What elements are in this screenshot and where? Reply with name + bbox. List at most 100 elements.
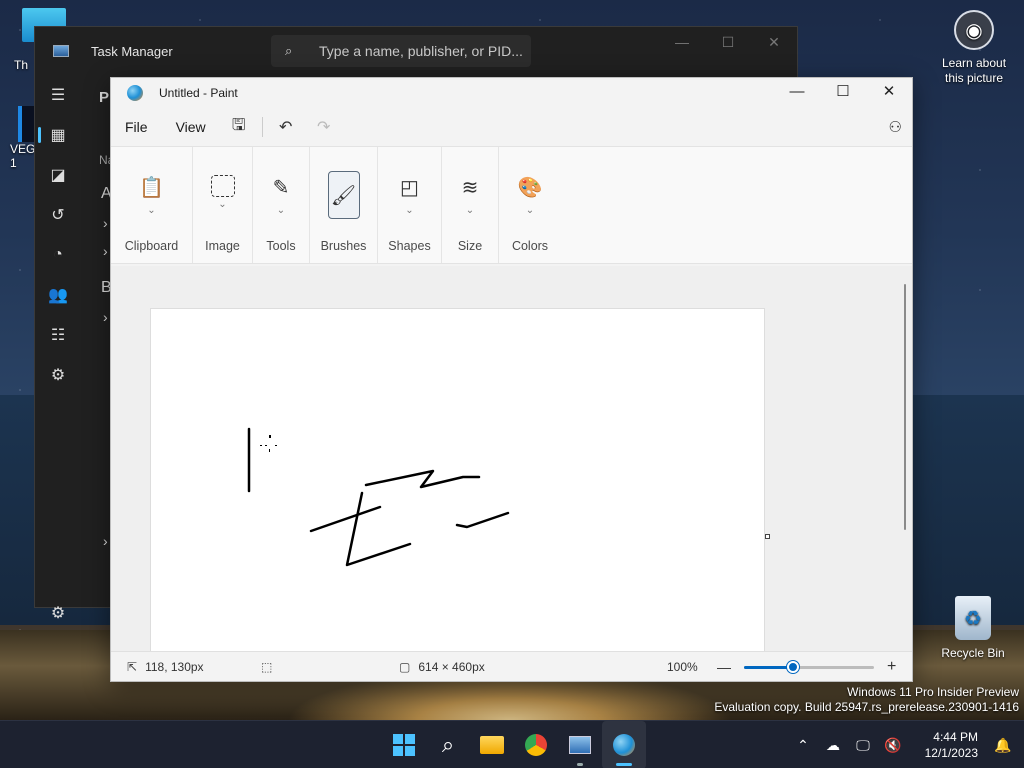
select-icon[interactable] <box>210 175 235 197</box>
cursor-position: ⇱ 118, 130px <box>127 660 204 674</box>
brush-stroke <box>364 469 481 489</box>
zoom-slider-thumb[interactable] <box>787 661 800 673</box>
chevron-right-icon[interactable]: › <box>103 533 108 549</box>
clock-time: 4:44 PM <box>933 730 978 744</box>
pointer-icon: ⇱ <box>127 659 138 674</box>
selection-size: ⬚ <box>261 660 280 674</box>
minimize-icon[interactable]: — <box>659 27 705 59</box>
zoom-slider[interactable] <box>744 661 874 673</box>
canvas-workspace[interactable] <box>111 266 912 652</box>
save-icon[interactable]: 🖫 <box>220 114 258 141</box>
clock[interactable]: 4:44 PM 12/1/2023 <box>918 729 978 761</box>
chevron-right-icon[interactable]: › <box>103 309 108 325</box>
system-tray: ⌃ ☁ 🖵 🔇 4:44 PM 12/1/2023 🔔 <box>788 721 1024 768</box>
ribbon-group-clipboard[interactable]: 📋 ⌄ Clipboard <box>111 147 193 263</box>
zoom-slider-fill <box>744 666 794 669</box>
cursor-crosshair <box>260 435 277 452</box>
desktop-icon-label: Recycle Bin <box>941 646 1005 660</box>
close-icon[interactable]: ✕ <box>751 27 797 59</box>
maximize-icon[interactable]: ☐ <box>705 27 751 59</box>
search-icon: ⌕ <box>441 732 455 757</box>
chevron-right-icon[interactable]: › <box>103 215 108 231</box>
chevron-down-icon[interactable]: ⌄ <box>277 205 285 216</box>
brush-stroke <box>455 511 510 529</box>
zoom-level[interactable]: 100% <box>667 660 698 674</box>
paint-app-icon <box>127 85 143 101</box>
watermark-line-1: Windows 11 Pro Insider Preview <box>847 685 1019 699</box>
cursor-position-value: 118, 130px <box>145 659 204 674</box>
paint-window[interactable]: Untitled - Paint — ☐ ✕ File View 🖫 ↶ ↷ ⚇… <box>110 77 913 682</box>
ribbon-label-size: Size <box>457 239 483 253</box>
ribbon-label-shapes: Shapes <box>388 239 431 253</box>
chevron-down-icon[interactable]: ⌄ <box>147 205 155 216</box>
chevron-down-icon[interactable]: ⌄ <box>466 205 474 216</box>
menu-view[interactable]: View <box>162 119 220 135</box>
palette-icon[interactable]: 🎨 <box>514 171 546 203</box>
settings-icon[interactable]: ⚙ <box>35 593 81 633</box>
taskbar-chrome[interactable] <box>514 721 558 768</box>
ribbon-group-tools[interactable]: ✎ ⌄ Tools <box>253 147 310 263</box>
search-icon: ⌕ <box>285 43 293 58</box>
zoom-in-icon[interactable]: + <box>887 658 896 676</box>
chrome-icon <box>525 734 547 756</box>
chevron-up-icon[interactable]: ⌃ <box>788 737 818 754</box>
clock-date: 12/1/2023 <box>924 746 978 760</box>
paint-title: Untitled - Paint <box>159 86 238 100</box>
taskbar-search-button[interactable]: ⌕ <box>426 721 470 768</box>
ribbon-group-size[interactable]: ≋ ⌄ Size <box>442 147 499 263</box>
chevron-down-icon[interactable]: ⌄ <box>218 199 226 210</box>
chevron-right-icon[interactable]: › <box>103 243 108 259</box>
desktop-icon-recycle-bin[interactable]: ♻ Recycle Bin <box>928 596 1018 660</box>
ribbon-group-shapes[interactable]: ◰ ⌄ Shapes <box>378 147 442 263</box>
history-icon[interactable]: ↺ <box>35 195 81 235</box>
vertical-scrollbar[interactable] <box>904 284 906 530</box>
taskbar-apps: ⌕ <box>382 721 646 768</box>
canvas-resize-handle[interactable] <box>765 534 770 539</box>
performance-icon[interactable]: ◪ <box>35 155 81 195</box>
paint-icon <box>613 734 635 756</box>
users-icon[interactable]: 👥 <box>35 275 81 315</box>
processes-icon[interactable]: ▦ <box>35 115 81 155</box>
taskbar-task-manager[interactable] <box>558 721 602 768</box>
taskbar-paint[interactable] <box>602 721 646 768</box>
tools-icon[interactable]: ✎ <box>265 171 297 203</box>
undo-icon[interactable]: ↶ <box>267 117 305 137</box>
details-icon[interactable]: ☷ <box>35 315 81 355</box>
network-icon[interactable]: 🖵 <box>848 737 878 754</box>
maximize-icon[interactable]: ☐ <box>820 78 866 108</box>
size-icon[interactable]: ≋ <box>454 171 486 203</box>
chevron-down-icon[interactable]: ⌄ <box>405 205 413 216</box>
close-icon[interactable]: ✕ <box>866 78 912 108</box>
watermark-line-2: Evaluation copy. Build 25947.rs_prerelea… <box>714 700 1019 714</box>
desktop-icon-learn-about-picture[interactable]: ◉ Learn about this picture <box>932 10 1016 86</box>
volume-muted-icon[interactable]: 🔇 <box>878 737 908 754</box>
selection-icon: ⬚ <box>261 659 273 674</box>
ribbon-label-brushes: Brushes <box>320 239 367 253</box>
canvas-size-value: 614 × 460px <box>418 659 485 674</box>
redo-icon[interactable]: ↷ <box>305 117 343 137</box>
task-manager-search-input[interactable]: ⌕ Type a name, publisher, or PID... <box>271 35 531 67</box>
notification-bell-icon[interactable]: 🔔 <box>988 737 1018 754</box>
clipboard-icon[interactable]: 📋 <box>136 171 168 203</box>
minimize-icon[interactable]: — <box>774 78 820 108</box>
chevron-down-icon[interactable]: ⌄ <box>526 205 534 216</box>
hamburger-icon[interactable]: ☰ <box>35 75 81 115</box>
zoom-out-icon[interactable]: — <box>717 659 731 675</box>
folder-icon <box>480 736 504 754</box>
share-icon[interactable]: ⚇ <box>889 118 902 136</box>
ribbon-group-brushes[interactable]: 🖌 Brushes <box>310 147 378 263</box>
menu-file[interactable]: File <box>111 119 162 135</box>
startup-icon[interactable]: ◔ <box>35 235 81 275</box>
taskbar-file-explorer[interactable] <box>470 721 514 768</box>
start-button[interactable] <box>382 721 426 768</box>
onedrive-icon[interactable]: ☁ <box>818 737 848 754</box>
paint-menubar: File View 🖫 ↶ ↷ ⚇ <box>111 108 912 146</box>
menu-divider <box>261 117 263 137</box>
shapes-icon[interactable]: ◰ <box>394 171 426 203</box>
ribbon-group-colors[interactable]: 🎨 ⌄ Colors <box>499 147 561 263</box>
services-icon[interactable]: ⚙ <box>35 355 81 395</box>
drawing-canvas[interactable] <box>150 308 765 652</box>
paint-titlebar[interactable]: Untitled - Paint — ☐ ✕ <box>111 78 912 108</box>
ribbon-group-image[interactable]: ⌄ Image <box>193 147 253 263</box>
brush-icon[interactable]: 🖌 <box>327 171 360 219</box>
